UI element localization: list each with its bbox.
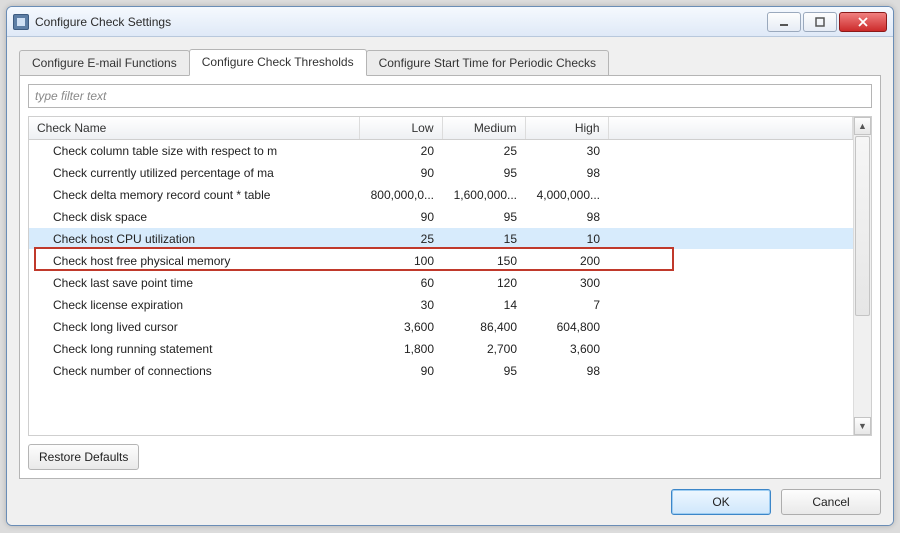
table-row[interactable]: Check column table size with respect to … — [29, 140, 853, 162]
cell-name: Check long running statement — [29, 338, 359, 360]
client-area: Configure E-mail Functions Configure Che… — [7, 37, 893, 525]
threshold-table-container: Check Name Low Medium High Check column … — [28, 116, 872, 436]
cell-med: 95 — [442, 162, 525, 184]
cell-med: 150 — [442, 250, 525, 272]
cell-spacer — [608, 206, 853, 228]
cell-low: 1,800 — [359, 338, 442, 360]
table-row[interactable]: Check long lived cursor3,60086,400604,80… — [29, 316, 853, 338]
close-icon — [857, 16, 869, 28]
cell-spacer — [608, 294, 853, 316]
table-row[interactable]: Check host CPU utilization251510 — [29, 228, 853, 250]
col-spacer — [608, 117, 853, 140]
col-low[interactable]: Low — [359, 117, 442, 140]
cell-med: 15 — [442, 228, 525, 250]
cell-high: 10 — [525, 228, 608, 250]
cell-low: 90 — [359, 360, 442, 382]
cell-spacer — [608, 316, 853, 338]
table-row[interactable]: Check disk space909598 — [29, 206, 853, 228]
table-header-row: Check Name Low Medium High — [29, 117, 853, 140]
cell-low: 3,600 — [359, 316, 442, 338]
table-row[interactable]: Check license expiration30147 — [29, 294, 853, 316]
cell-med: 2,700 — [442, 338, 525, 360]
cell-name: Check column table size with respect to … — [29, 140, 359, 162]
cell-name: Check host CPU utilization — [29, 228, 359, 250]
table-row[interactable]: Check host free physical memory100150200 — [29, 250, 853, 272]
cell-name: Check currently utilized percentage of m… — [29, 162, 359, 184]
cell-name: Check last save point time — [29, 272, 359, 294]
cell-high: 3,600 — [525, 338, 608, 360]
cell-high: 200 — [525, 250, 608, 272]
tab-check-thresholds[interactable]: Configure Check Thresholds — [189, 49, 367, 76]
cell-high: 98 — [525, 360, 608, 382]
maximize-icon — [814, 16, 826, 28]
col-high[interactable]: High — [525, 117, 608, 140]
scroll-down-button[interactable]: ▼ — [854, 417, 871, 435]
table-row[interactable]: Check currently utilized percentage of m… — [29, 162, 853, 184]
cell-high: 4,000,000... — [525, 184, 608, 206]
cancel-button[interactable]: Cancel — [781, 489, 881, 515]
table-row[interactable]: Check delta memory record count * table8… — [29, 184, 853, 206]
cell-med: 1,600,000... — [442, 184, 525, 206]
cell-name: Check delta memory record count * table — [29, 184, 359, 206]
window-title: Configure Check Settings — [35, 15, 171, 29]
scroll-thumb[interactable] — [855, 136, 870, 316]
cell-high: 300 — [525, 272, 608, 294]
cell-low: 30 — [359, 294, 442, 316]
cell-low: 25 — [359, 228, 442, 250]
cell-spacer — [608, 250, 853, 272]
cell-name: Check disk space — [29, 206, 359, 228]
dialog-footer: OK Cancel — [19, 479, 881, 515]
cell-name: Check number of connections — [29, 360, 359, 382]
minimize-icon — [778, 16, 790, 28]
titlebar: Configure Check Settings — [7, 7, 893, 37]
cell-spacer — [608, 184, 853, 206]
restore-defaults-button[interactable]: Restore Defaults — [28, 444, 139, 470]
col-medium[interactable]: Medium — [442, 117, 525, 140]
cell-med: 14 — [442, 294, 525, 316]
threshold-table: Check Name Low Medium High Check column … — [29, 117, 853, 382]
cell-spacer — [608, 272, 853, 294]
cell-name: Check host free physical memory — [29, 250, 359, 272]
cell-med: 95 — [442, 360, 525, 382]
cell-low: 60 — [359, 272, 442, 294]
cell-low: 90 — [359, 162, 442, 184]
cell-high: 30 — [525, 140, 608, 162]
app-icon — [13, 14, 29, 30]
cell-med: 120 — [442, 272, 525, 294]
cell-name: Check long lived cursor — [29, 316, 359, 338]
minimize-button[interactable] — [767, 12, 801, 32]
cell-low: 800,000,0... — [359, 184, 442, 206]
cell-name: Check license expiration — [29, 294, 359, 316]
cell-spacer — [608, 140, 853, 162]
cell-med: 86,400 — [442, 316, 525, 338]
cell-high: 98 — [525, 206, 608, 228]
cell-med: 25 — [442, 140, 525, 162]
tab-start-time[interactable]: Configure Start Time for Periodic Checks — [366, 50, 609, 76]
vertical-scrollbar[interactable]: ▲ ▼ — [853, 117, 871, 435]
tab-panel: Check Name Low Medium High Check column … — [19, 75, 881, 479]
cell-high: 7 — [525, 294, 608, 316]
cell-low: 100 — [359, 250, 442, 272]
tab-email-functions[interactable]: Configure E-mail Functions — [19, 50, 190, 76]
table-row[interactable]: Check number of connections909598 — [29, 360, 853, 382]
cell-low: 20 — [359, 140, 442, 162]
dialog-window: Configure Check Settings Configure E-mai… — [6, 6, 894, 526]
scroll-up-button[interactable]: ▲ — [854, 117, 871, 135]
cell-spacer — [608, 338, 853, 360]
cell-high: 98 — [525, 162, 608, 184]
cell-spacer — [608, 360, 853, 382]
table-row[interactable]: Check long running statement1,8002,7003,… — [29, 338, 853, 360]
tab-strip: Configure E-mail Functions Configure Che… — [19, 49, 881, 76]
close-button[interactable] — [839, 12, 887, 32]
table-row[interactable]: Check last save point time60120300 — [29, 272, 853, 294]
cell-spacer — [608, 162, 853, 184]
maximize-button[interactable] — [803, 12, 837, 32]
col-check-name[interactable]: Check Name — [29, 117, 359, 140]
filter-input[interactable] — [28, 84, 872, 108]
cell-med: 95 — [442, 206, 525, 228]
cell-low: 90 — [359, 206, 442, 228]
cell-spacer — [608, 228, 853, 250]
cell-high: 604,800 — [525, 316, 608, 338]
ok-button[interactable]: OK — [671, 489, 771, 515]
